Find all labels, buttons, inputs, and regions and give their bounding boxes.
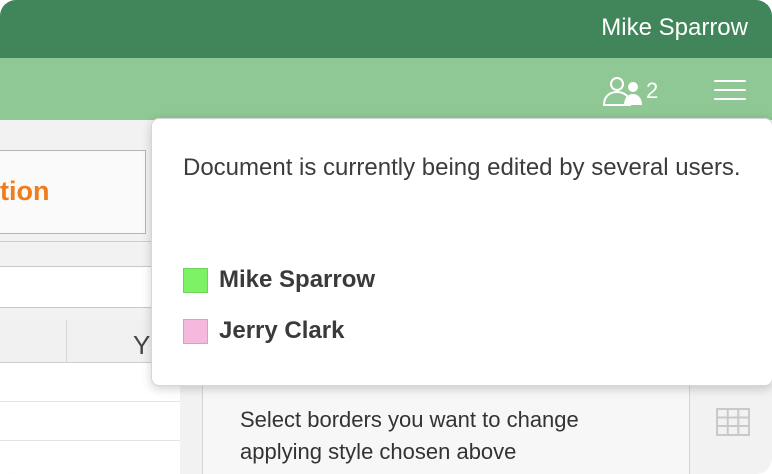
editing-users-popup: Document is currently being edited by se… — [151, 118, 772, 386]
popup-message: Document is currently being edited by se… — [183, 154, 741, 181]
menu-button[interactable] — [714, 78, 746, 104]
borders-description: Select borders you want to change applyi… — [240, 407, 579, 464]
user-name: Jerry Clark — [219, 317, 345, 344]
user-color-swatch — [183, 319, 208, 344]
hamburger-menu-icon — [714, 80, 746, 82]
app-window: Mike Sparrow 2 tion Y Select borders you… — [0, 0, 772, 474]
users-icon — [602, 77, 642, 106]
users-count: 2 — [646, 78, 659, 103]
table-borders-icon[interactable] — [716, 408, 750, 436]
column-header-y[interactable]: Y — [133, 330, 150, 361]
user-color-swatch — [183, 268, 208, 293]
users-button[interactable]: 2 — [602, 74, 664, 108]
caption-label: tion — [0, 176, 50, 206]
user-name: Mike Sparrow — [219, 266, 376, 293]
header-bar: Mike Sparrow — [0, 0, 772, 58]
current-user-name[interactable]: Mike Sparrow — [601, 14, 748, 42]
